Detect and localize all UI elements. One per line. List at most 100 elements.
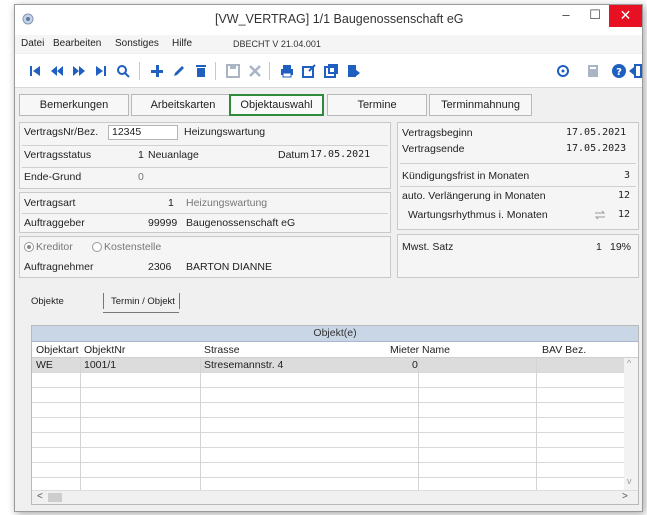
toolbar: ? [15, 54, 642, 88]
copy-icon[interactable] [323, 63, 339, 79]
app-icon [22, 13, 34, 25]
contract-type-group: Vertragsart 1 Heizungswartung Auftraggeb… [19, 192, 391, 233]
edit-icon[interactable] [171, 63, 187, 79]
tab-objektauswahl[interactable]: Objektauswahl [229, 94, 324, 116]
auftraggeber-label: Auftraggeber [24, 217, 85, 229]
first-record-icon[interactable] [27, 63, 43, 79]
delete-icon[interactable] [193, 63, 209, 79]
import-icon[interactable] [345, 63, 361, 79]
vertragsart-code[interactable]: 1 [168, 197, 174, 209]
title-bar: [VW_VERTRAG] 1/1 Baugenossenschaft eG – … [15, 5, 642, 35]
contract-nr-input[interactable]: 12345 [108, 125, 178, 140]
contract-bez-value[interactable]: Heizungswartung [184, 126, 265, 138]
previous-page-icon[interactable] [49, 63, 65, 79]
contract-status-label: Vertragsstatus [24, 149, 92, 161]
contract-nr-label: VertragsNr/Bez. [24, 126, 99, 138]
tab-arbeitskarten[interactable]: Arbeitskarten [131, 94, 235, 116]
column-mieter[interactable]: Mieter [390, 344, 419, 356]
main-window: [VW_VERTRAG] 1/1 Baugenossenschaft eG – … [14, 4, 643, 512]
contractor-group: Kreditor Kostenstelle Auftragnehmer 2306… [19, 236, 391, 278]
scroll-thumb[interactable] [48, 493, 62, 502]
kostenstelle-label[interactable]: Kostenstelle [104, 241, 161, 253]
subtab-objekte[interactable]: Objekte [31, 296, 64, 307]
tab-bemerkungen[interactable]: Bemerkungen [19, 94, 129, 116]
row-divider [22, 167, 388, 168]
vertragsart-label: Vertragsart [24, 197, 76, 209]
refresh-icon[interactable] [555, 63, 571, 79]
exit-icon[interactable] [627, 63, 643, 79]
menu-sonstiges[interactable]: Sonstiges [115, 38, 159, 49]
minimize-button[interactable]: – [551, 5, 581, 27]
ende-grund-value[interactable]: 0 [138, 171, 144, 183]
tab-termine[interactable]: Termine [327, 94, 427, 116]
mwst-code[interactable]: 1 [596, 241, 602, 253]
close-button[interactable]: ✕ [609, 5, 642, 27]
add-icon[interactable] [149, 63, 165, 79]
rhythmus-value[interactable]: 12 [618, 209, 630, 220]
menu-bearbeiten[interactable]: Bearbeiten [53, 38, 101, 49]
tab-terminmahnung[interactable]: Terminmahnung [429, 94, 532, 116]
auftraggeber-code[interactable]: 99999 [148, 217, 177, 229]
subtab-termin-objekt[interactable]: Termin / Objekt [111, 296, 175, 307]
grid-header: Objektart ObjektNr Strasse Mieter Name B… [32, 342, 638, 358]
datum-value[interactable]: 17.05.2021 [310, 149, 370, 160]
vertragsbeginn-value[interactable]: 17.05.2021 [566, 127, 626, 138]
scroll-up-icon[interactable]: ^ [627, 358, 631, 368]
subtab-separator [103, 293, 104, 309]
scroll-down-icon[interactable]: v [627, 476, 632, 486]
version-label: DBECHT V 21.04.001 [233, 39, 321, 49]
column-objektnr[interactable]: ObjektNr [84, 344, 125, 356]
menu-hilfe[interactable]: Hilfe [172, 38, 192, 49]
horizontal-scrollbar[interactable]: < > [32, 490, 638, 504]
kuendigung-value[interactable]: 3 [624, 170, 630, 181]
next-page-icon[interactable] [71, 63, 87, 79]
save-icon[interactable] [225, 63, 241, 79]
column-strasse[interactable]: Strasse [204, 344, 240, 356]
calculator-icon[interactable] [585, 63, 601, 79]
vertragsende-value[interactable]: 17.05.2023 [566, 143, 626, 154]
contract-status-code[interactable]: 1 [138, 149, 144, 161]
cell-objektnr: 1001/1 [84, 359, 117, 371]
maximize-button[interactable]: ☐ [580, 5, 610, 27]
datum-label: Datum [278, 149, 309, 161]
print-icon[interactable] [279, 63, 295, 79]
row-divider [22, 213, 388, 214]
verlaengerung-value[interactable]: 12 [618, 190, 630, 201]
search-icon[interactable] [115, 63, 131, 79]
cell-mieter: 0 [412, 359, 418, 371]
row-divider [400, 186, 636, 187]
toolbar-separator [215, 62, 216, 80]
toolbar-separator [139, 62, 140, 80]
menu-bar: Datei Bearbeiten Sonstiges Hilfe DBECHT … [15, 35, 642, 53]
auftragnehmer-label: Auftragnehmer [24, 261, 94, 273]
menu-datei[interactable]: Datei [21, 38, 44, 49]
main-tabs: Bemerkungen Arbeitskarten Objektauswahl … [15, 91, 642, 121]
vertical-scrollbar[interactable]: ^ v [624, 358, 638, 490]
svg-text:?: ? [616, 67, 622, 78]
kreditor-radio[interactable] [24, 242, 34, 252]
cancel-icon[interactable] [247, 63, 263, 79]
objects-grid: Objekt(e) Objektart ObjektNr Strasse Mie… [31, 325, 639, 505]
swap-icon[interactable] [594, 209, 606, 221]
window-title: [VW_VERTRAG] 1/1 Baugenossenschaft eG [215, 12, 464, 26]
help-icon[interactable]: ? [611, 63, 627, 79]
scroll-right-icon[interactable]: > [622, 491, 628, 502]
column-objektart[interactable]: Objektart [36, 344, 79, 356]
mwst-label: Mwst. Satz [402, 241, 454, 253]
contract-status-text: Neuanlage [148, 149, 199, 161]
vertragsart-text: Heizungswartung [186, 197, 268, 209]
last-record-icon[interactable] [93, 63, 109, 79]
kostenstelle-radio[interactable] [92, 242, 102, 252]
scroll-left-icon[interactable]: < [37, 491, 43, 502]
contract-info-group: VertragsNr/Bez. 12345 Heizungswartung Ve… [19, 122, 391, 189]
kreditor-label[interactable]: Kreditor [36, 241, 73, 253]
kuendigung-label: Kündigungsfrist in Monaten [402, 170, 530, 182]
column-name[interactable]: Name [422, 344, 450, 356]
column-divider [200, 358, 201, 490]
column-bav-bez[interactable]: BAV Bez. [542, 344, 586, 356]
export-icon[interactable] [301, 63, 317, 79]
row-divider [400, 163, 636, 164]
row-divider [22, 145, 388, 146]
rhythmus-label: Wartungsrhythmus i. Monaten [408, 209, 548, 221]
auftragnehmer-code[interactable]: 2306 [148, 261, 171, 273]
